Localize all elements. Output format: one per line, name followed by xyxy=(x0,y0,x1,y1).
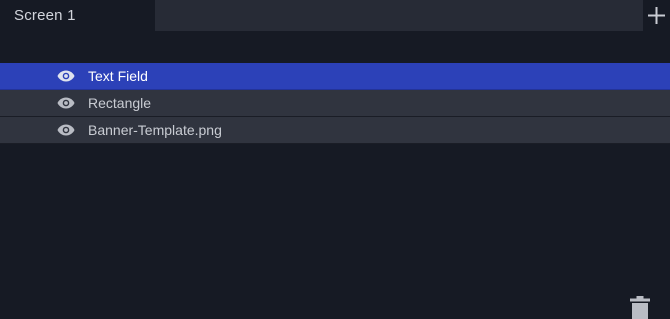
layer-label: Text Field xyxy=(88,68,148,84)
layer-label: Rectangle xyxy=(88,95,152,111)
eye-icon[interactable] xyxy=(57,97,75,109)
tab-bar-empty-area xyxy=(155,0,643,31)
layer-label: Banner-Template.png xyxy=(88,122,222,138)
add-screen-button[interactable] xyxy=(643,0,670,31)
layers-panel: Screen 1 Text Field Rectangle Banner-Tem… xyxy=(0,0,670,319)
tab-screen-1[interactable]: Screen 1 xyxy=(0,0,155,31)
layer-list: Text Field Rectangle Banner-Template.png xyxy=(0,63,670,144)
layer-row-banner-template[interactable]: Banner-Template.png xyxy=(0,117,670,144)
plus-icon xyxy=(648,7,665,24)
eye-icon[interactable] xyxy=(57,124,75,136)
eye-icon[interactable] xyxy=(57,70,75,82)
trash-icon[interactable] xyxy=(630,296,650,319)
tab-label: Screen 1 xyxy=(14,6,76,24)
layer-row-text-field[interactable]: Text Field xyxy=(0,63,670,90)
layer-row-rectangle[interactable]: Rectangle xyxy=(0,90,670,117)
screen-tab-bar: Screen 1 xyxy=(0,0,670,31)
